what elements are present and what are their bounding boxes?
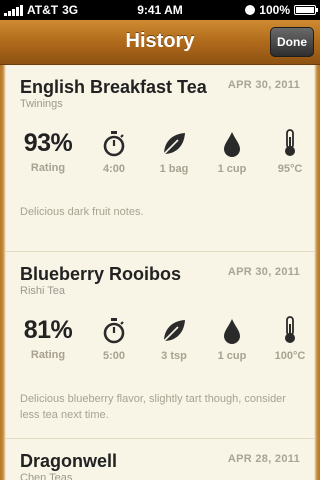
water-stat: 1 cup xyxy=(202,316,262,362)
list-item[interactable]: Blueberry Rooibos Rishi Tea APR 30, 2011… xyxy=(6,252,314,439)
water-value: 1 cup xyxy=(217,350,247,362)
steep-time-stat: 5:00 xyxy=(84,316,144,362)
tea-name: Blueberry Rooibos xyxy=(20,264,182,284)
nav-bar: History Done xyxy=(0,20,320,65)
temperature-stat: 100°C xyxy=(260,316,320,362)
rating-label: Rating xyxy=(30,162,66,174)
rating-value: 81% xyxy=(23,316,73,344)
temperature-value: 100°C xyxy=(274,350,306,362)
water-stat: 1 cup xyxy=(202,129,262,175)
battery-icon xyxy=(294,5,318,15)
leaf-icon xyxy=(144,129,204,157)
tea-brand: Rishi Tea xyxy=(20,285,66,297)
brew-date: APR 28, 2011 xyxy=(227,453,300,465)
rating-block: 81% Rating xyxy=(20,316,76,361)
battery-percent: 100% xyxy=(259,3,290,17)
brew-date: APR 30, 2011 xyxy=(227,266,300,278)
stopwatch-icon xyxy=(84,316,144,344)
thermometer-icon xyxy=(260,129,320,157)
stopwatch-icon xyxy=(84,129,144,157)
done-button[interactable]: Done xyxy=(270,27,314,57)
amount-value: 1 bag xyxy=(159,163,189,175)
amount-stat: 1 bag xyxy=(144,129,204,175)
water-drop-icon xyxy=(202,129,262,157)
rating-block: 93% Rating xyxy=(20,129,76,174)
history-list[interactable]: English Breakfast Tea Twinings APR 30, 2… xyxy=(0,65,320,480)
water-drop-icon xyxy=(202,316,262,344)
steep-time-stat: 4:00 xyxy=(84,129,144,175)
steep-time-value: 5:00 xyxy=(102,350,126,362)
water-value: 1 cup xyxy=(217,163,247,175)
amount-stat: 3 tsp xyxy=(144,316,204,362)
tea-name: Dragonwell xyxy=(20,451,118,471)
tea-brand: Chen Teas xyxy=(20,472,73,480)
tasting-notes: Delicious dark fruit notes. xyxy=(20,206,144,218)
temperature-value: 95°C xyxy=(277,163,303,175)
brew-date: APR 30, 2011 xyxy=(227,79,300,91)
status-bar: AT&T 3G 9:41 AM 100% xyxy=(0,0,320,20)
rating-label: Rating xyxy=(30,349,66,361)
thermometer-icon xyxy=(260,316,320,344)
leaf-icon xyxy=(144,316,204,344)
amount-value: 3 tsp xyxy=(161,350,187,362)
temperature-stat: 95°C xyxy=(260,129,320,175)
alarm-clock-icon xyxy=(245,5,256,15)
list-item[interactable]: Dragonwell Chen Teas APR 28, 2011 xyxy=(6,439,314,480)
list-item[interactable]: English Breakfast Tea Twinings APR 30, 2… xyxy=(6,65,314,252)
rating-value: 93% xyxy=(23,129,73,157)
tasting-notes: Delicious blueberry flavor, slightly tar… xyxy=(20,393,286,421)
tea-brand: Twinings xyxy=(20,98,63,110)
battery-group: 100% xyxy=(245,3,318,17)
steep-time-value: 4:00 xyxy=(102,163,126,175)
tea-name: English Breakfast Tea xyxy=(20,77,207,97)
